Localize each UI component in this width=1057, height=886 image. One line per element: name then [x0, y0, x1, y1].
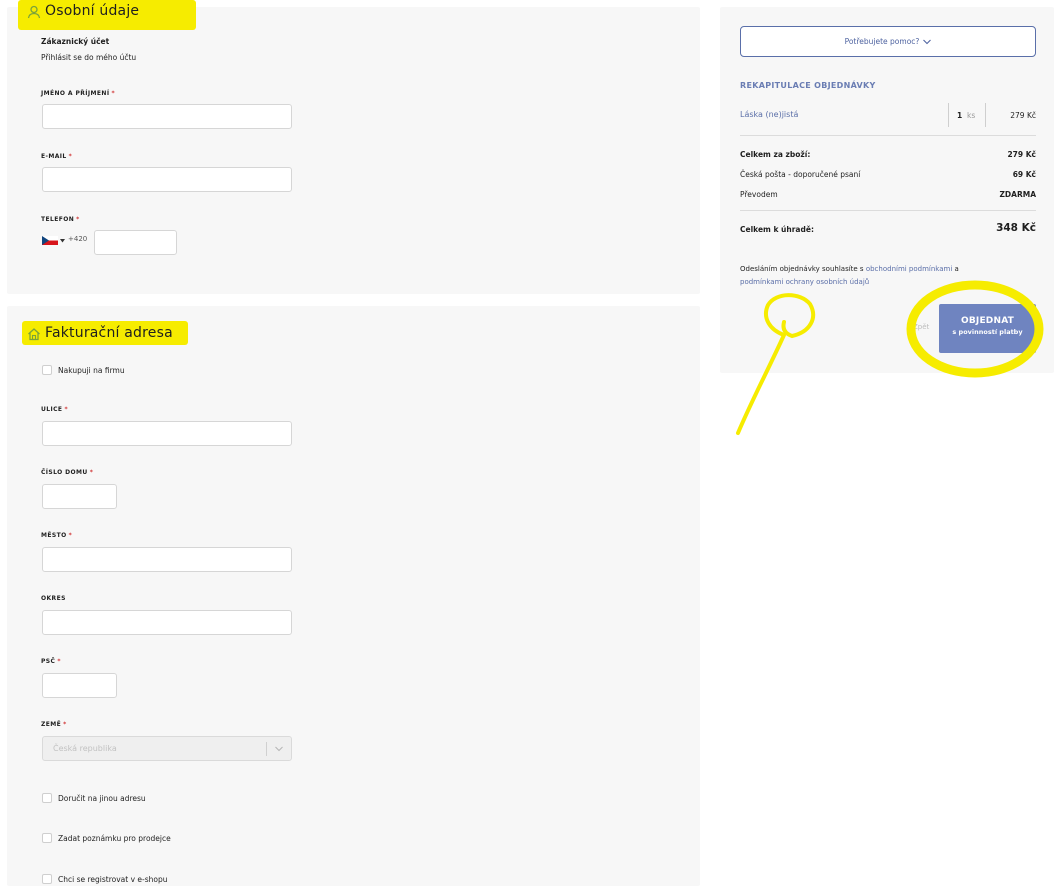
- item-unit: ks: [967, 111, 976, 120]
- login-link[interactable]: Přihlásit se do mého účtu: [41, 53, 136, 62]
- company-checkbox-label: Nakupuji na firmu: [58, 365, 125, 375]
- checkbox[interactable]: [42, 793, 52, 803]
- shipping-label: Česká pošta - doporučené psaní: [740, 170, 861, 179]
- street-input[interactable]: [42, 421, 292, 446]
- terms-link[interactable]: obchodními podmínkami: [866, 265, 952, 273]
- email-label: E-MAIL *: [41, 153, 73, 160]
- divider: [740, 135, 1036, 136]
- help-button[interactable]: Potřebujete pomoc?: [740, 26, 1036, 57]
- user-icon: [27, 5, 41, 19]
- chevron-down-icon: [923, 39, 932, 44]
- personal-section-title: Osobní údaje: [45, 3, 140, 19]
- city-input[interactable]: [42, 547, 292, 572]
- shipping-value: 69 Kč: [1012, 170, 1036, 179]
- register-checkbox[interactable]: Chci se registrovat v e-shopu: [42, 873, 168, 885]
- order-button[interactable]: OBJEDNAT s povinností platby: [939, 304, 1036, 353]
- zip-label: PSČ *: [41, 658, 61, 665]
- country-select-value: Česká republika: [53, 744, 117, 753]
- note-checkbox[interactable]: Zadat poznámku pro prodejce: [42, 832, 171, 844]
- goods-total-value: 279 Kč: [1007, 150, 1036, 159]
- czech-flag-icon: [42, 236, 58, 245]
- register-label: Chci se registrovat v e-shopu: [58, 874, 168, 884]
- divider: [740, 210, 1036, 211]
- checkbox[interactable]: [42, 365, 52, 375]
- email-input[interactable]: [42, 167, 292, 192]
- goods-total-label: Celkem za zboží:: [740, 150, 811, 159]
- house-number-input[interactable]: [42, 484, 117, 509]
- privacy-link[interactable]: podmínkami ochrany osobních údajů: [740, 278, 869, 286]
- street-label: ULICE *: [41, 406, 68, 413]
- grand-total-value: 348 Kč: [996, 222, 1036, 234]
- checkbox[interactable]: [42, 874, 52, 884]
- help-button-label: Potřebujete pomoc?: [844, 37, 920, 46]
- order-summary-panel: Potřebujete pomoc? REKAPITULACE OBJEDNÁV…: [720, 7, 1054, 373]
- select-divider: [266, 742, 267, 756]
- item-qty: 1: [957, 111, 963, 120]
- phone-input[interactable]: [94, 230, 177, 255]
- zip-input[interactable]: [42, 673, 117, 698]
- terms-text: a: [954, 265, 959, 273]
- divider: [985, 103, 986, 127]
- note-label: Zadat poznámku pro prodejce: [58, 833, 171, 843]
- phone-prefix: +420: [68, 235, 88, 243]
- customer-account-title: Zákaznický účet: [41, 37, 110, 46]
- back-link[interactable]: Zpět: [913, 323, 929, 331]
- payment-value: ZDARMA: [999, 190, 1036, 199]
- billing-address-panel: Fakturační adresa Nakupuji na firmu ULIC…: [7, 306, 700, 886]
- item-price: 279 Kč: [1010, 111, 1036, 120]
- other-address-label: Doručit na jinou adresu: [58, 793, 146, 803]
- personal-info-panel: Osobní údaje Zákaznický účet Přihlásit s…: [7, 0, 700, 294]
- order-button-sublabel: s povinností platby: [952, 328, 1023, 336]
- country-label: ZEMĚ *: [41, 721, 67, 728]
- country-code-selector[interactable]: +420: [42, 234, 90, 248]
- checkbox[interactable]: [42, 833, 52, 843]
- home-icon: [28, 328, 40, 341]
- district-label: OKRES: [41, 595, 66, 602]
- terms-line-1: Odesláním objednávky souhlasíte s obchod…: [740, 265, 959, 273]
- country-select[interactable]: Česká republika: [42, 736, 292, 761]
- name-input[interactable]: [42, 104, 292, 129]
- terms-text: Odesláním objednávky souhlasíte s: [740, 265, 864, 273]
- order-button-label: OBJEDNAT: [960, 316, 1015, 326]
- house-number-label: ČÍSLO DOMU *: [41, 469, 94, 476]
- recap-title: REKAPITULACE OBJEDNÁVKY: [740, 81, 876, 90]
- city-label: MĚSTO *: [41, 532, 73, 539]
- other-address-checkbox[interactable]: Doručit na jinou adresu: [42, 792, 146, 804]
- divider: [948, 103, 949, 127]
- chevron-down-icon: [275, 746, 283, 752]
- billing-section-title: Fakturační adresa: [45, 325, 173, 341]
- company-checkbox[interactable]: Nakupuji na firmu: [42, 364, 125, 376]
- payment-label: Převodem: [740, 190, 778, 199]
- district-input[interactable]: [42, 610, 292, 635]
- caret-down-icon: [60, 239, 65, 243]
- grand-total-label: Celkem k úhradě:: [740, 225, 814, 234]
- phone-label: TELEFON *: [41, 216, 80, 223]
- name-label: JMÉNO A PŘÍJMENÍ *: [41, 90, 115, 97]
- item-name[interactable]: Láska (ne)jistá: [740, 110, 798, 119]
